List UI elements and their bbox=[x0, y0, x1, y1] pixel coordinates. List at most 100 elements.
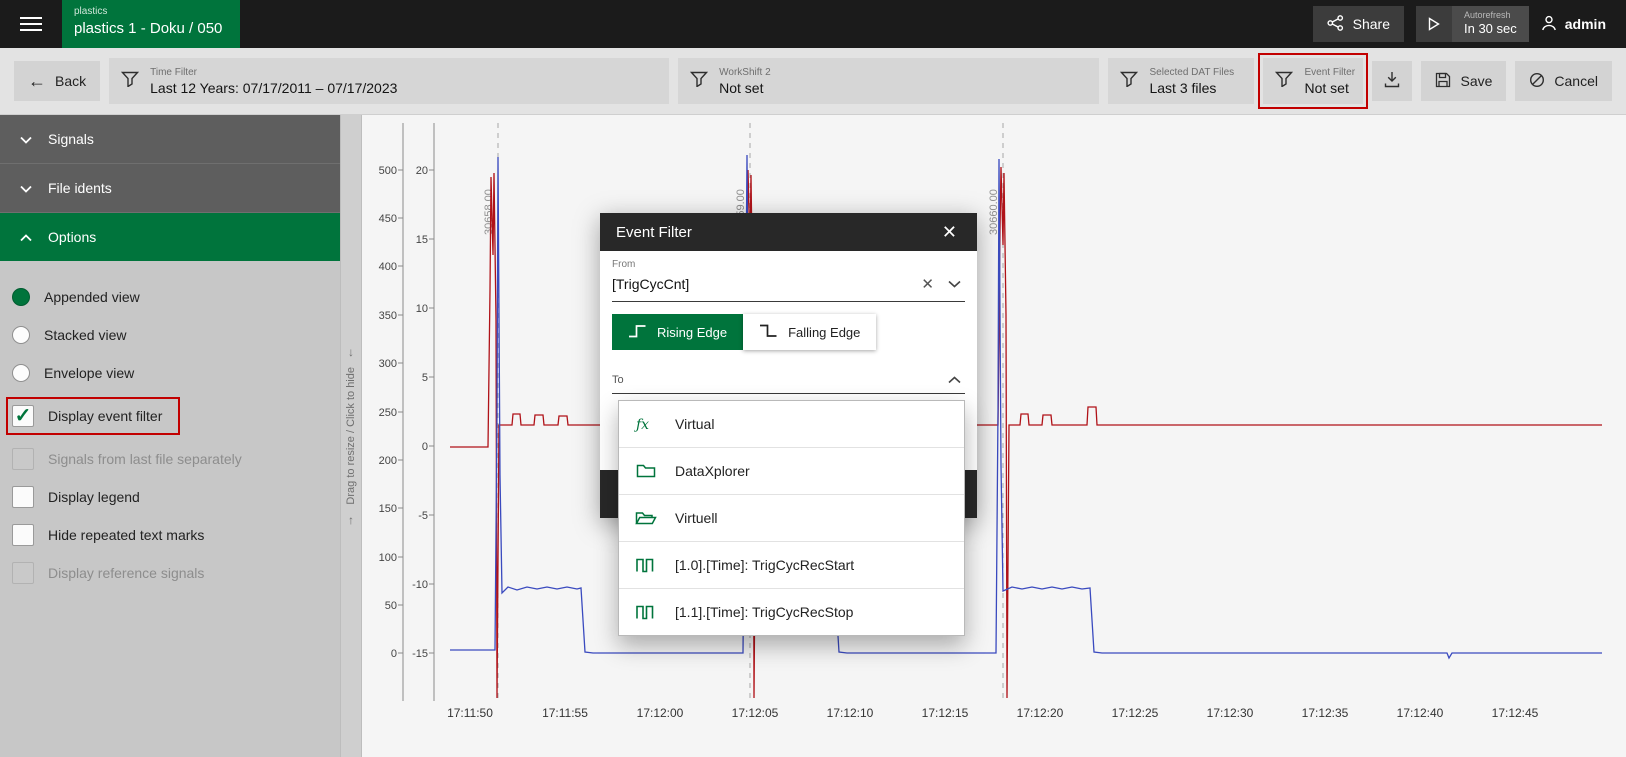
back-label: Back bbox=[55, 73, 86, 89]
svg-text:0: 0 bbox=[422, 441, 428, 453]
time-filter-chip[interactable]: Time Filter Last 12 Years: 07/17/2011 – … bbox=[109, 58, 669, 104]
dialog-title: Event Filter bbox=[616, 224, 692, 241]
checkbox-icon[interactable] bbox=[12, 524, 34, 546]
checkbox-icon[interactable] bbox=[12, 486, 34, 508]
radio-label: Stacked view bbox=[44, 327, 126, 343]
checkbox-display-reference-signals: Display reference signals bbox=[12, 559, 340, 587]
chevron-up-icon bbox=[20, 229, 32, 245]
dropdown-item-trigcycrecstart[interactable]: [1.0].[Time]: TrigCycRecStart bbox=[619, 542, 964, 589]
download-button[interactable] bbox=[1372, 61, 1412, 101]
play-icon[interactable] bbox=[1416, 6, 1452, 42]
checkbox-label: Display reference signals bbox=[48, 565, 204, 581]
project-tab[interactable]: plastics plastics 1 - Doku / 050 bbox=[62, 0, 240, 48]
close-icon[interactable]: ✕ bbox=[938, 220, 961, 245]
autorefresh-status: Autorefresh In 30 sec bbox=[1452, 6, 1529, 42]
radio-icon[interactable] bbox=[12, 326, 30, 344]
cancel-button[interactable]: Cancel bbox=[1515, 61, 1612, 101]
svg-text:250: 250 bbox=[379, 407, 397, 419]
checkbox-display-event-filter[interactable]: ✓ Display event filter bbox=[6, 397, 180, 435]
chip-value: Last 3 files bbox=[1149, 80, 1234, 96]
topbar-actions: Share Autorefresh In 30 sec admin bbox=[1313, 6, 1626, 42]
autorefresh-value: In 30 sec bbox=[1464, 21, 1517, 36]
checkbox-display-legend[interactable]: Display legend bbox=[12, 483, 340, 511]
share-icon bbox=[1327, 15, 1344, 34]
dropdown-item-label: [1.0].[Time]: TrigCycRecStart bbox=[675, 557, 854, 573]
sidebar: Signals File idents Options Appended vie… bbox=[0, 115, 340, 757]
svg-text:350: 350 bbox=[379, 310, 397, 322]
event-filter-chip[interactable]: Event Filter Not set bbox=[1263, 58, 1363, 104]
dropdown-item-virtual[interactable]: ƒx Virtual bbox=[619, 401, 964, 448]
dropdown-item-trigcycrecstop[interactable]: [1.1].[Time]: TrigCycRecStop bbox=[619, 589, 964, 635]
chevron-up-icon[interactable] bbox=[946, 376, 963, 384]
section-label: File idents bbox=[48, 180, 112, 196]
checkbox-hide-repeated-text-marks[interactable]: Hide repeated text marks bbox=[12, 521, 340, 549]
svg-text:-5: -5 bbox=[418, 510, 428, 522]
dropdown-item-dataxplorer[interactable]: DataXplorer bbox=[619, 448, 964, 495]
chip-value: Last 12 Years: 07/17/2011 – 07/17/2023 bbox=[150, 80, 397, 96]
funnel-icon bbox=[1120, 71, 1138, 92]
falling-edge-button[interactable]: Falling Edge bbox=[743, 314, 876, 350]
svg-text:15: 15 bbox=[416, 234, 428, 246]
rising-edge-button[interactable]: Rising Edge bbox=[612, 314, 743, 350]
page-title: plastics 1 - Doku / 050 bbox=[74, 20, 228, 37]
falling-edge-icon bbox=[759, 324, 778, 341]
chip-label: Event Filter bbox=[1304, 67, 1351, 78]
checkbox-checked-icon[interactable]: ✓ bbox=[12, 405, 34, 427]
svg-text:0: 0 bbox=[391, 648, 397, 660]
radio-selected-icon[interactable] bbox=[12, 288, 30, 306]
share-button[interactable]: Share bbox=[1313, 6, 1404, 42]
checkbox-signals-last-file: Signals from last file separately bbox=[12, 445, 340, 473]
svg-text:150: 150 bbox=[379, 503, 397, 515]
save-label: Save bbox=[1460, 73, 1492, 89]
to-field-label: To bbox=[612, 374, 946, 386]
save-icon bbox=[1435, 72, 1451, 91]
save-button[interactable]: Save bbox=[1421, 61, 1506, 101]
user-menu[interactable]: admin bbox=[1541, 15, 1606, 34]
signal-dropdown: ƒx Virtual DataXplorer Virtuell [1.0].[T… bbox=[618, 400, 965, 636]
folder-icon bbox=[633, 463, 659, 479]
autorefresh-control[interactable]: Autorefresh In 30 sec bbox=[1416, 6, 1529, 42]
dat-files-filter-chip[interactable]: Selected DAT Files Last 3 files bbox=[1108, 58, 1254, 104]
chip-label: Selected DAT Files bbox=[1149, 67, 1234, 78]
dialog-body: From [TrigCycCnt] ✕ Rising Edge Falling … bbox=[600, 251, 977, 394]
from-field-value[interactable]: [TrigCycCnt] bbox=[612, 276, 909, 292]
svg-text:400: 400 bbox=[379, 261, 397, 273]
sidebar-section-signals[interactable]: Signals bbox=[0, 115, 340, 164]
back-button[interactable]: ← Back bbox=[14, 61, 100, 101]
back-arrow-icon: ← bbox=[28, 72, 46, 90]
dialog-header: Event Filter ✕ bbox=[600, 213, 977, 251]
svg-text:450: 450 bbox=[379, 213, 397, 225]
radio-appended-view[interactable]: Appended view bbox=[12, 283, 340, 311]
radio-envelope-view[interactable]: Envelope view bbox=[12, 359, 340, 387]
resizer-label: Drag to resize / Click to hide bbox=[345, 367, 357, 505]
dropdown-item-virtuell[interactable]: Virtuell bbox=[619, 495, 964, 542]
menu-icon[interactable] bbox=[0, 0, 62, 48]
workshift-filter-chip[interactable]: WorkShift 2 Not set bbox=[678, 58, 1099, 104]
section-label: Options bbox=[48, 229, 96, 245]
pulse-icon bbox=[633, 557, 659, 573]
check-icon: ✓ bbox=[15, 406, 32, 426]
radio-stacked-view[interactable]: Stacked view bbox=[12, 321, 340, 349]
share-label: Share bbox=[1353, 16, 1390, 32]
radio-label: Envelope view bbox=[44, 365, 134, 381]
filter-toolbar: ← Back Time Filter Last 12 Years: 07/17/… bbox=[0, 48, 1626, 115]
sidebar-section-file-idents[interactable]: File idents bbox=[0, 164, 340, 213]
section-label: Signals bbox=[48, 131, 94, 147]
autorefresh-label: Autorefresh bbox=[1464, 10, 1517, 20]
checkbox-icon bbox=[12, 562, 34, 584]
chart-area[interactable]: 30658.0030659.0030660.005004504003503002… bbox=[362, 115, 1626, 757]
to-field[interactable]: To bbox=[612, 374, 965, 394]
svg-text:5: 5 bbox=[422, 372, 428, 384]
from-field[interactable]: [TrigCycCnt] ✕ bbox=[612, 270, 965, 302]
chevron-down-icon bbox=[20, 180, 32, 196]
sidebar-section-options[interactable]: Options bbox=[0, 213, 340, 261]
pulse-icon bbox=[633, 604, 659, 620]
clear-icon[interactable]: ✕ bbox=[919, 275, 936, 293]
dropdown-item-label: Virtual bbox=[675, 416, 714, 432]
signal-chart[interactable]: 30658.0030659.0030660.005004504003503002… bbox=[362, 115, 1626, 757]
chevron-down-icon[interactable] bbox=[946, 280, 963, 288]
radio-icon[interactable] bbox=[12, 364, 30, 382]
panel-resizer[interactable]: ↓ Drag to resize / Click to hide ↑ bbox=[340, 115, 362, 757]
svg-text:17:12:15: 17:12:15 bbox=[922, 706, 969, 720]
svg-text:200: 200 bbox=[379, 455, 397, 467]
